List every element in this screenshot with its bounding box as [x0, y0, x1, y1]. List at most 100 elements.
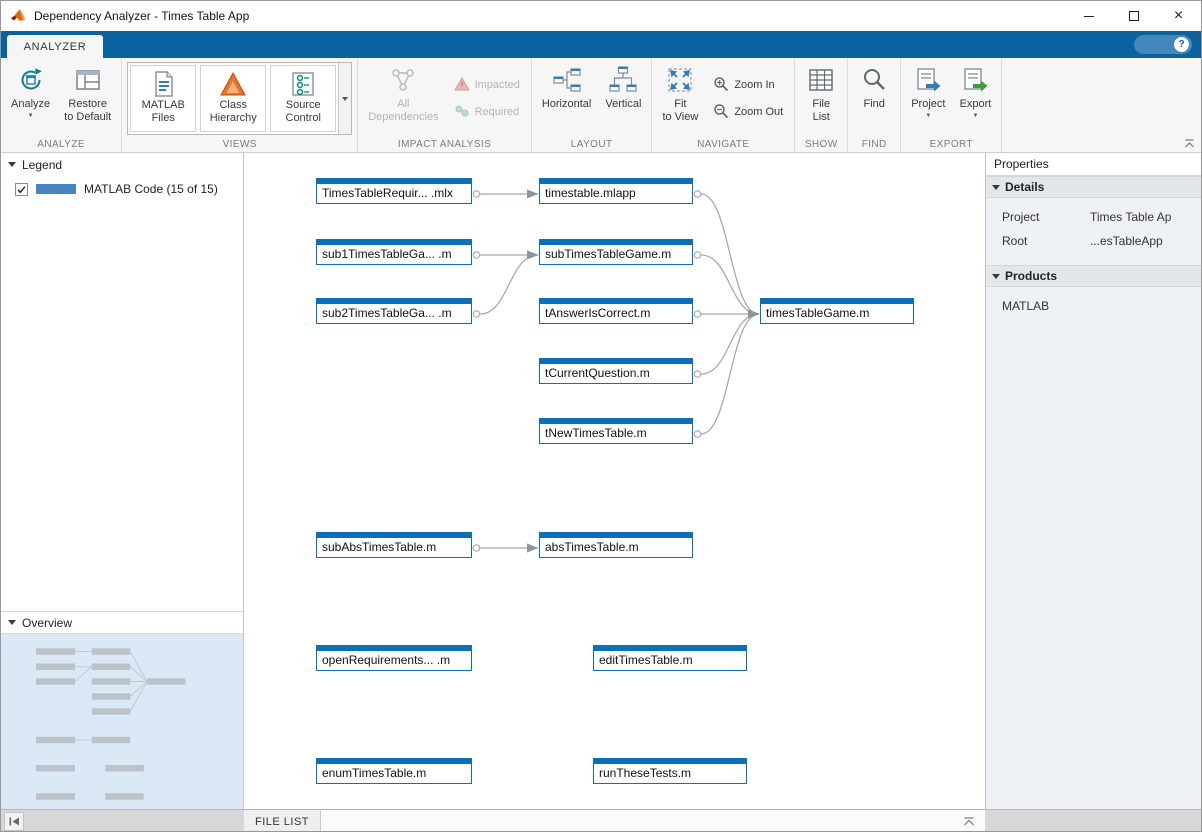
export-button[interactable]: Export ▼: [953, 61, 997, 136]
export-icon: [960, 65, 990, 95]
bottom-right-cell: [985, 809, 1201, 832]
graph-node-tNewTimesTable[interactable]: tNewTimesTable.m: [539, 418, 693, 444]
impacted-button[interactable]: Impacted: [454, 76, 520, 95]
legend-checkbox[interactable]: [15, 183, 28, 196]
close-button[interactable]: ×: [1156, 1, 1201, 31]
group-label-analyze: ANALYZE: [1, 139, 121, 150]
title-bar: Dependency Analyzer - Times Table App ×: [1, 1, 1201, 31]
project-button[interactable]: Project ▼: [905, 61, 951, 136]
group-label-export: EXPORT: [901, 139, 1001, 150]
scroll-left-icon[interactable]: [4, 812, 24, 831]
help-button[interactable]: ?: [1134, 35, 1192, 54]
legend-item-matlab-code[interactable]: MATLAB Code (15 of 15): [1, 182, 243, 196]
toolbar-group-navigate: Fit to View: [652, 58, 795, 152]
property-name: Project: [1002, 210, 1090, 224]
dropdown-arrow-icon: ▼: [972, 113, 978, 119]
minimize-button[interactable]: [1066, 1, 1111, 31]
analyze-label: Analyze: [11, 98, 50, 111]
file-list-bar: FILE LIST: [244, 809, 985, 832]
app-window: Dependency Analyzer - Times Table App × …: [0, 0, 1202, 832]
group-label-navigate: NAVIGATE: [652, 139, 794, 150]
toolbar-group-analyze: Analyze ▼ Restore to Default: [1, 58, 122, 152]
graph-node-subTimesTableGame[interactable]: subTimesTableGame.m: [539, 239, 693, 265]
overview-minimap[interactable]: [1, 634, 243, 809]
bottom-bar: FILE LIST: [1, 809, 1201, 832]
toolbar-group-show: File List SHOW: [795, 58, 848, 152]
file-list-button[interactable]: File List: [799, 61, 843, 136]
graph-node-editTimesTable[interactable]: editTimesTable.m: [593, 645, 747, 671]
file-list-icon: [806, 65, 836, 95]
graph-node-tCurrentQuestion[interactable]: tCurrentQuestion.m: [539, 358, 693, 384]
required-button[interactable]: Required: [454, 103, 520, 122]
fit-to-view-button[interactable]: Fit to View: [656, 61, 704, 136]
ribbon-tabstrip: ANALYZER ?: [1, 31, 1201, 58]
restore-to-default-button[interactable]: Restore to Default: [58, 61, 117, 136]
property-row-project: Project Times Table Ap: [986, 205, 1201, 229]
source-control-button[interactable]: Source Control: [270, 65, 336, 132]
vertical-layout-button[interactable]: Vertical: [599, 61, 647, 136]
graph-node-timesTableGame[interactable]: timesTableGame.m: [760, 298, 914, 324]
maximize-button[interactable]: [1111, 1, 1156, 31]
group-label-find: FIND: [848, 139, 900, 150]
class-hierarchy-button[interactable]: Class Hierarchy: [200, 65, 266, 132]
graph-node-openRequirements[interactable]: openRequirements... .m: [316, 645, 472, 671]
graph-nodes: TimesTableRequir... .mlx timestable.mlapp…: [244, 153, 985, 809]
graph-node-subAbsTimesTable[interactable]: subAbsTimesTable.m: [316, 532, 472, 558]
dropdown-arrow-icon: ▼: [925, 113, 931, 119]
vertical-layout-icon: [608, 65, 638, 95]
legend-item-label: MATLAB Code (15 of 15): [84, 182, 218, 196]
toolbar-group-export: Project ▼ Export ▼ EXP: [901, 58, 1002, 152]
legend-title: Legend: [22, 158, 62, 172]
bottom-left-cell: [1, 809, 244, 832]
products-section-header[interactable]: Products: [986, 265, 1201, 287]
graph-node-sub1TimesTableGame[interactable]: sub1TimesTableGa... .m: [316, 239, 472, 265]
views-gallery: MATLAB Files Class Hierarchy: [127, 62, 352, 135]
graph-node-enumTimesTable[interactable]: enumTimesTable.m: [316, 758, 472, 784]
project-icon: [913, 65, 943, 95]
impacted-icon: [454, 76, 470, 95]
collapse-triangle-icon: [992, 185, 1000, 190]
properties-header: Properties: [986, 153, 1201, 176]
zoom-in-button[interactable]: Zoom In: [713, 76, 783, 95]
tab-analyzer[interactable]: ANALYZER: [7, 35, 103, 58]
legend-header[interactable]: Legend: [1, 153, 243, 176]
graph-node-absTimesTable[interactable]: absTimesTable.m: [539, 532, 693, 558]
group-label-views: VIEWS: [122, 139, 357, 150]
expand-file-list-icon[interactable]: [963, 810, 985, 832]
class-hierarchy-icon: [218, 69, 248, 99]
file-list-tab[interactable]: FILE LIST: [244, 810, 321, 832]
matlab-files-icon: [148, 69, 178, 99]
toolbar-group-layout: Horizontal Vertic: [532, 58, 653, 152]
graph-node-TimesTableRequirements[interactable]: TimesTableRequir... .mlx: [316, 178, 472, 204]
horizontal-layout-button[interactable]: Horizontal: [536, 61, 598, 136]
close-icon: ×: [1174, 8, 1183, 24]
views-gallery-dropdown[interactable]: [338, 63, 351, 134]
matlab-files-button[interactable]: MATLAB Files: [130, 65, 196, 132]
zoom-in-icon: [713, 76, 729, 95]
fit-to-view-icon: [665, 65, 695, 95]
collapse-toolstrip-icon[interactable]: [1184, 139, 1195, 149]
dependency-graph-canvas[interactable]: TimesTableRequir... .mlx timestable.mlapp…: [244, 153, 985, 809]
graph-node-timestable[interactable]: timestable.mlapp: [539, 178, 693, 204]
dropdown-arrow-icon: ▼: [28, 113, 34, 119]
graph-node-sub2TimesTableGame[interactable]: sub2TimesTableGa... .m: [316, 298, 472, 324]
zoom-out-button[interactable]: Zoom Out: [713, 103, 783, 122]
toolbar-group-impact-analysis: All Dependencies Impacted: [358, 58, 532, 152]
property-row-root: Root ...esTableApp: [986, 229, 1201, 253]
collapse-triangle-icon: [8, 620, 16, 625]
all-dependencies-button[interactable]: All Dependencies: [362, 61, 444, 136]
toolbar-group-views: MATLAB Files Class Hierarchy: [122, 58, 358, 152]
matlab-logo-icon: [10, 8, 26, 24]
find-button[interactable]: Find: [852, 61, 896, 136]
group-label-layout: LAYOUT: [532, 139, 652, 150]
restore-default-icon: [73, 65, 103, 95]
graph-node-tAnswerIsCorrect[interactable]: tAnswerIsCorrect.m: [539, 298, 693, 324]
details-section-header[interactable]: Details: [986, 176, 1201, 198]
properties-panel: Properties Details Project Times Table A…: [985, 153, 1201, 809]
analyze-icon: [16, 65, 46, 95]
source-control-icon: [288, 69, 318, 99]
overview-header[interactable]: Overview: [1, 611, 243, 634]
analyze-button[interactable]: Analyze ▼: [5, 61, 56, 136]
chevron-down-icon: [342, 97, 348, 101]
graph-node-runTheseTests[interactable]: runTheseTests.m: [593, 758, 747, 784]
